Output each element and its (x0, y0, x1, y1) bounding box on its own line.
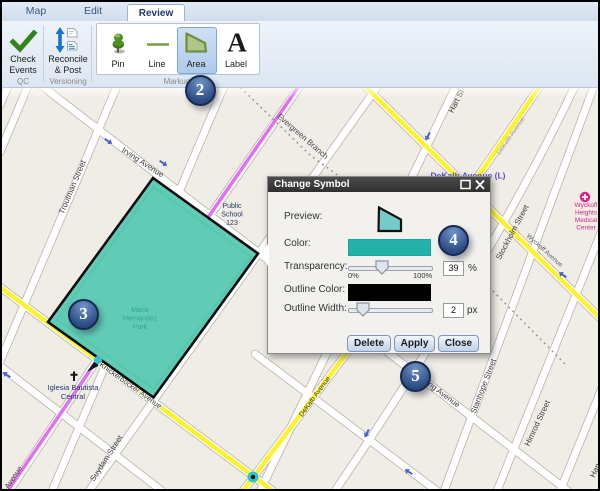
svg-text:Medical: Medical (575, 217, 598, 224)
svg-text:Central: Central (61, 392, 86, 401)
svg-text:Public: Public (222, 203, 242, 210)
svg-text:123: 123 (226, 220, 238, 227)
svg-text:A: A (227, 28, 247, 58)
svg-text:Hernandez: Hernandez (123, 316, 158, 323)
svg-text:Iglesia Bautista: Iglesia Bautista (48, 383, 100, 392)
svg-text:School: School (221, 212, 243, 219)
svg-text:Park: Park (133, 324, 148, 331)
svg-text:Center: Center (576, 225, 596, 232)
svg-text:Maria: Maria (131, 307, 149, 314)
svg-text:Wyckoff: Wyckoff (575, 202, 598, 209)
svg-text:Heights: Heights (575, 210, 598, 217)
